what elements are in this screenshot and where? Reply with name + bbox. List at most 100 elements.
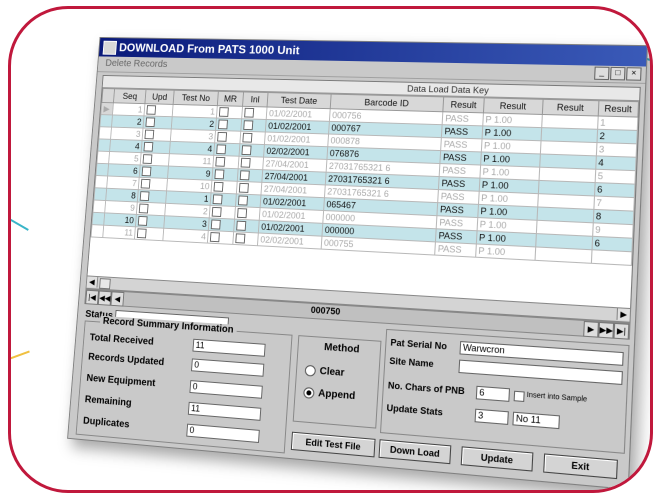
insert-checkbox[interactable]	[513, 390, 525, 403]
cell-result[interactable]: PASS	[434, 241, 477, 258]
cell-seq[interactable]: 11	[102, 225, 136, 240]
inl-checkbox[interactable]	[240, 158, 251, 169]
cell-upd[interactable]	[141, 140, 171, 154]
first-record-icon[interactable]: |◀	[85, 289, 99, 305]
close-icon[interactable]: ×	[626, 67, 642, 81]
row-selector[interactable]	[99, 114, 113, 128]
col-header[interactable]: Result	[483, 97, 543, 115]
cell-inl[interactable]	[240, 118, 267, 133]
inl-checkbox[interactable]	[237, 195, 248, 206]
col-header[interactable]: Test No	[173, 90, 219, 106]
upd-checkbox[interactable]	[144, 129, 155, 140]
update-button[interactable]: Update	[460, 446, 534, 472]
cell-mr[interactable]	[208, 217, 235, 232]
cell-inl[interactable]	[233, 219, 260, 233]
cell-inl[interactable]	[234, 206, 261, 221]
cell-result[interactable]: 1	[597, 115, 638, 131]
row-selector[interactable]	[94, 175, 108, 189]
cell-inl[interactable]	[232, 231, 259, 246]
cell-inl[interactable]	[241, 106, 268, 120]
inl-checkbox[interactable]	[243, 108, 254, 118]
row-selector[interactable]	[98, 126, 112, 140]
radio-off-icon[interactable]	[304, 364, 317, 377]
cell-mr[interactable]	[207, 230, 234, 245]
inl-checkbox[interactable]	[239, 170, 250, 181]
col-header[interactable]: MR	[217, 91, 244, 107]
method-append-radio[interactable]: Append	[303, 386, 356, 402]
records-updated-field[interactable]: 0	[191, 358, 265, 377]
cell-mr[interactable]	[215, 118, 242, 132]
cell-mr[interactable]	[212, 167, 238, 182]
cell-inl[interactable]	[239, 131, 266, 145]
next-icon[interactable]: ▶	[583, 320, 599, 338]
duplicates-field[interactable]: 0	[186, 423, 260, 444]
mr-checkbox[interactable]	[217, 132, 228, 143]
upd-checkbox[interactable]	[139, 191, 150, 202]
cell-seq[interactable]: 2	[111, 114, 145, 129]
cell-test-no[interactable]: 4	[162, 228, 209, 244]
next-record-icon[interactable]: ▶▶	[598, 321, 615, 339]
upd-checkbox[interactable]	[145, 117, 156, 128]
cell-seq[interactable]: 1	[112, 102, 146, 116]
cell-mr[interactable]	[210, 192, 237, 207]
mr-checkbox[interactable]	[216, 144, 227, 155]
cell-upd[interactable]	[139, 164, 169, 179]
last-record-icon[interactable]: ▶|	[613, 322, 630, 340]
cell-result[interactable]: P 1.00	[475, 243, 536, 261]
col-header[interactable]: Inl	[242, 91, 269, 107]
row-selector[interactable]	[93, 200, 106, 213]
upd-checkbox[interactable]	[142, 154, 153, 165]
data-grid[interactable]: Data Load Data Key Seq Upd Test No MR In…	[86, 75, 641, 310]
scroll-right-icon[interactable]: ▶	[616, 308, 631, 321]
menu-delete-records[interactable]: Delete Records	[105, 58, 168, 69]
inl-checkbox[interactable]	[242, 133, 253, 143]
cell-upd[interactable]	[140, 152, 170, 167]
maximize-icon[interactable]: □	[610, 66, 626, 81]
total-received-field[interactable]: 11	[192, 338, 266, 357]
new-equipment-field[interactable]: 0	[189, 380, 263, 399]
cell-mr[interactable]	[213, 155, 239, 169]
cell-inl[interactable]	[235, 193, 262, 208]
col-header[interactable]: Result	[542, 99, 599, 116]
cell-mr[interactable]	[209, 205, 236, 220]
mr-checkbox[interactable]	[211, 207, 223, 218]
exit-button[interactable]: Exit	[543, 453, 618, 480]
inl-checkbox[interactable]	[234, 233, 246, 244]
mr-checkbox[interactable]	[210, 232, 221, 243]
row-selector[interactable]	[91, 224, 104, 238]
cell-result[interactable]: 2	[596, 129, 638, 144]
cell-mr[interactable]	[215, 130, 241, 144]
down-load-button[interactable]: Down Load	[378, 439, 452, 465]
cell-upd[interactable]	[142, 128, 172, 142]
method-clear-radio[interactable]: Clear	[304, 364, 345, 379]
prev-record-icon[interactable]: ◀◀	[97, 290, 112, 306]
radio-on-icon[interactable]	[303, 386, 315, 399]
cell-date[interactable]: 02/02/2001	[257, 232, 322, 250]
no-chars-field[interactable]: 6	[475, 385, 511, 402]
mr-checkbox[interactable]	[219, 107, 230, 118]
mr-checkbox[interactable]	[215, 157, 226, 168]
cell-inl[interactable]	[237, 168, 263, 183]
cell-inl[interactable]	[236, 181, 262, 195]
row-selector[interactable]	[92, 212, 105, 226]
cell-seq[interactable]: 3	[110, 127, 144, 141]
cell-result[interactable]: 3	[595, 142, 637, 158]
upd-checkbox[interactable]	[137, 228, 147, 239]
col-header[interactable]: Result	[597, 100, 639, 118]
update-stats-field[interactable]: 3	[474, 408, 509, 425]
upd-checkbox[interactable]	[146, 105, 157, 116]
row-selector[interactable]	[96, 151, 110, 164]
mr-checkbox[interactable]	[211, 219, 222, 230]
col-header[interactable]: Seq	[113, 88, 147, 104]
update-stats-field-2[interactable]: No 11	[512, 411, 560, 430]
mr-checkbox[interactable]	[213, 182, 224, 193]
scroll-thumb[interactable]	[99, 278, 111, 290]
row-selector[interactable]	[94, 187, 107, 201]
scroll-left-icon[interactable]: ◀	[86, 276, 99, 288]
cell-mr[interactable]	[216, 105, 243, 119]
upd-checkbox[interactable]	[143, 142, 154, 152]
row-selector[interactable]	[97, 138, 111, 152]
cell-mr[interactable]	[214, 142, 240, 157]
cell-upd[interactable]	[134, 226, 164, 241]
upd-checkbox[interactable]	[140, 179, 151, 190]
